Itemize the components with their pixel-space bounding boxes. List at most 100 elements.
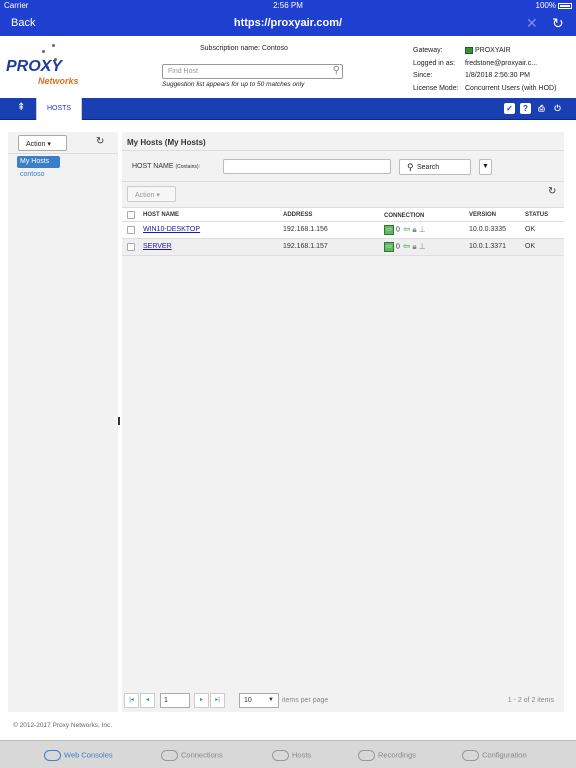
logged-in-label: Logged in as:	[413, 59, 456, 67]
table-row[interactable]: WIN10-DESKTOP 192.168.1.156 ▭ 0 ⇦ 🔒︎ ⊥ 10.0…	[122, 222, 564, 239]
tab-label: Hosts	[292, 750, 312, 760]
last-page-button[interactable]: ▸|	[210, 693, 225, 708]
copyright: © 2012-2017 Proxy Networks, Inc.	[13, 722, 113, 729]
row-checkbox[interactable]	[127, 243, 135, 251]
refresh-icon[interactable]: ↻	[548, 186, 556, 197]
search-icon[interactable]: ⚲	[333, 65, 340, 76]
logo-dot	[52, 44, 55, 47]
row-checkbox[interactable]	[127, 226, 135, 234]
hosts-action-dropdown[interactable]: Action ▾	[127, 186, 176, 202]
tab-label: Connections	[181, 750, 223, 760]
prev-page-button[interactable]: ◂	[140, 693, 155, 708]
host-address: 192.168.1.157	[283, 243, 328, 250]
table-header: HOST NAME ADDRESS CONNECTION VERSION STA…	[122, 207, 564, 222]
connection-cell: ▭ 0 ⇦ 🔒︎ ⊥	[384, 241, 426, 252]
hosts-panel: My Hosts (My Hosts) HOST NAME (Contains)…	[122, 132, 564, 712]
gateway-label: Gateway:	[413, 47, 443, 54]
logo-dot	[42, 50, 45, 53]
filter-icon[interactable]: ▼	[479, 159, 492, 175]
find-host-input[interactable]: Find Host ⚲	[162, 64, 343, 79]
tab-hosts-bottom[interactable]: Hosts	[272, 750, 311, 761]
host-link[interactable]: WIN10-DESKTOP	[143, 226, 200, 233]
tab-connections[interactable]: Connections	[161, 750, 223, 761]
since-value: 1/8/2018 2:56:30 PM	[465, 72, 530, 79]
hosts-table: HOST NAME ADDRESS CONNECTION VERSION STA…	[122, 207, 564, 256]
col-address[interactable]: ADDRESS	[283, 212, 312, 218]
gear-icon	[462, 750, 479, 761]
host-status: OK	[525, 243, 536, 250]
search-icon: ⚲	[407, 162, 414, 172]
dropdown-caret-icon: ▾	[156, 192, 160, 199]
main-tab-bar: ⇞ HOSTS ✓ ? ⎙ ⏻	[0, 98, 576, 120]
divider	[122, 150, 564, 151]
col-status[interactable]: STATUS	[525, 212, 548, 218]
refresh-icon[interactable]: ↻	[96, 136, 104, 147]
host-name-filter-input[interactable]	[223, 159, 391, 174]
col-host-name[interactable]: HOST NAME	[143, 212, 179, 218]
connection-cell: ▭ 0 ⇦ 🔒︎ ⊥	[384, 224, 426, 235]
lock-icon[interactable]: 🔒︎	[412, 242, 416, 252]
remote-control-icon[interactable]: ⇦	[403, 224, 411, 235]
clock: 2:56 PM	[273, 1, 303, 10]
items-range: 1 - 2 of 2 items	[507, 697, 554, 704]
print-icon[interactable]: ⎙	[536, 103, 547, 114]
find-host-placeholder: Find Host	[168, 68, 198, 75]
host-address: 192.168.1.156	[283, 226, 328, 233]
tab-hosts[interactable]: HOSTS	[36, 98, 82, 120]
dropdown-caret-icon: ▼	[268, 697, 274, 703]
pagination: |◂ ◂ 1 ▸ ▸| 10 ▼ items per page 1 - 2 of …	[122, 693, 564, 709]
power-icon[interactable]: ⏻	[552, 103, 563, 114]
panel-splitter[interactable]	[118, 417, 120, 425]
monitor-icon[interactable]: ▭	[384, 241, 394, 252]
left-action-dropdown[interactable]: Action ▾	[18, 135, 67, 151]
table-row[interactable]: SERVER 192.168.1.157 ▭ 0 ⇦ 🔒︎ ⊥ 10.0.1.3371…	[122, 239, 564, 256]
lock-icon[interactable]: 🔒︎	[412, 225, 416, 235]
items-per-page-value: 10	[244, 697, 252, 704]
host-version: 10.0.0.3335	[469, 226, 506, 233]
tab-label: Recordings	[378, 750, 416, 760]
checkbox-icon[interactable]: ✓	[504, 103, 515, 114]
remote-control-icon[interactable]: ⇦	[403, 241, 411, 252]
items-per-page-select[interactable]: 10 ▼	[239, 693, 279, 708]
bottom-tab-bar: Web Consoles Connections Hosts Recording…	[0, 740, 576, 768]
refresh-icon[interactable]: ↻	[552, 15, 564, 32]
search-label: Search	[417, 164, 440, 171]
connection-count: 0	[395, 226, 400, 234]
network-icon[interactable]: ⊥	[419, 242, 426, 251]
tab-web-consoles[interactable]: Web Consoles	[44, 750, 113, 761]
collapse-up-icon[interactable]: ⇞	[17, 102, 25, 113]
host-groups-panel: Action ▾ ↻ My Hosts contoso	[8, 132, 118, 712]
col-connection[interactable]: CONNECTION	[384, 213, 424, 219]
help-icon[interactable]: ?	[520, 103, 531, 114]
host-link[interactable]: SERVER	[143, 243, 172, 250]
battery-icon	[558, 2, 572, 9]
cloud-icon	[358, 750, 375, 761]
since-label: Since:	[413, 72, 433, 79]
session-info: Gateway: PROXYAIR Logged in as: fredstone@…	[413, 45, 556, 95]
monitor-icon[interactable]: ▭	[384, 224, 394, 235]
first-page-button[interactable]: |◂	[124, 693, 139, 708]
group-contoso[interactable]: contoso	[20, 171, 45, 178]
connection-count: 0	[395, 243, 400, 251]
logo-proxy: PROXY	[6, 58, 63, 75]
divider	[8, 153, 118, 154]
next-page-button[interactable]: ▸	[194, 693, 209, 708]
search-button[interactable]: ⚲ Search	[399, 159, 471, 175]
hosts-action-label: Action	[135, 192, 155, 199]
page-number-input[interactable]: 1	[160, 693, 190, 708]
items-per-page-label: items per page	[282, 697, 329, 704]
license-label: License Mode:	[413, 84, 459, 92]
cloud-icon	[161, 750, 178, 761]
tab-label: Configuration	[482, 750, 527, 760]
dropdown-caret-icon: ▾	[47, 141, 51, 148]
close-icon[interactable]: ✕	[526, 15, 538, 32]
network-icon[interactable]: ⊥	[419, 225, 426, 234]
browser-nav-bar: Back https://proxyair.com/ ✕ ↻	[0, 12, 576, 36]
group-my-hosts[interactable]: My Hosts	[17, 156, 60, 168]
tab-recordings[interactable]: Recordings	[358, 750, 416, 761]
select-all-checkbox[interactable]	[127, 211, 135, 219]
col-version[interactable]: VERSION	[469, 212, 496, 218]
divider	[122, 181, 564, 182]
tab-configuration[interactable]: Configuration	[462, 750, 527, 761]
battery-percent: 100%	[535, 1, 556, 10]
